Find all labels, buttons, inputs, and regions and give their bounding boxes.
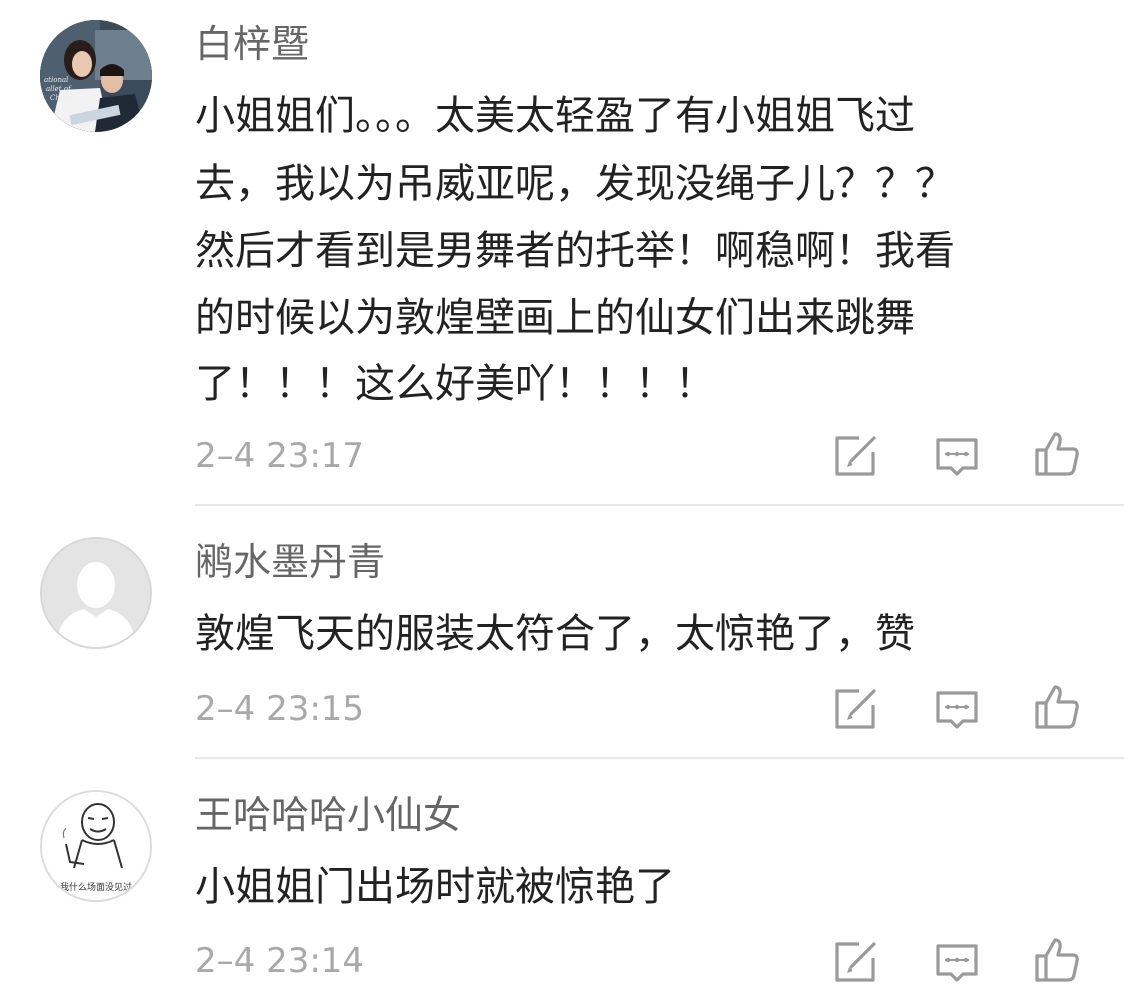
like-icon[interactable]	[1033, 683, 1081, 731]
avatar[interactable]: ational allet of China	[40, 20, 152, 132]
meme-avatar-icon: 我什么场面没见过	[42, 792, 150, 900]
username[interactable]: 白梓暨	[195, 22, 309, 68]
timestamp: 2–4 23:14	[195, 941, 365, 981]
default-avatar-icon	[42, 539, 150, 647]
like-icon[interactable]	[1033, 430, 1081, 478]
avatar[interactable]	[40, 537, 152, 649]
username[interactable]: 鹇水墨丹青	[195, 540, 385, 586]
comment-icon[interactable]	[933, 938, 981, 986]
username[interactable]: 王哈哈哈小仙女	[195, 793, 461, 839]
comment-item-3: 我什么场面没见过 王哈哈哈小仙女 小姐姐门出场时就被惊艳了 2–4 23:14	[0, 758, 1124, 1007]
comment-line: 的时候以为敦煌壁画上的仙女们出来跳舞	[195, 295, 915, 341]
avatar-caption: 我什么场面没见过	[60, 881, 132, 893]
comment-item-2: 鹇水墨丹青 敦煌飞天的服装太符合了，太惊艳了，赞 2–4 23:15	[0, 505, 1124, 759]
edit-icon[interactable]	[831, 938, 879, 986]
timestamp: 2–4 23:15	[195, 689, 365, 729]
timestamp: 2–4 23:17	[195, 436, 365, 476]
comment-icon[interactable]	[933, 685, 981, 733]
comment-line: 去，我以为吊威亚呢，发现没绳子儿？？？	[195, 161, 955, 207]
comment-item-1: ational allet of China 白梓暨 小姐姐们。。。太美太轻盈了…	[0, 0, 1124, 506]
comment-line: 然后才看到是男舞者的托举！啊稳啊！我看	[195, 228, 955, 274]
comment-text: 敦煌飞天的服装太符合了，太惊艳了，赞	[195, 611, 915, 657]
avatar[interactable]: 我什么场面没见过	[40, 790, 152, 902]
comment-icon[interactable]	[933, 432, 981, 480]
avatar-text-1: ational	[44, 76, 68, 84]
avatar-photo: ational allet of China	[40, 20, 152, 132]
avatar-text-3: China	[50, 94, 71, 102]
edit-icon[interactable]	[831, 432, 879, 480]
edit-icon[interactable]	[831, 685, 879, 733]
comment-line: 小姐姐们。。。太美太轻盈了有小姐姐飞过	[195, 93, 915, 139]
avatar-text-2: allet of	[46, 85, 72, 93]
like-icon[interactable]	[1033, 936, 1081, 984]
comment-text: 小姐姐门出场时就被惊艳了	[195, 864, 675, 910]
comment-line: 了！！！这么好美吖！！！！	[195, 361, 715, 407]
